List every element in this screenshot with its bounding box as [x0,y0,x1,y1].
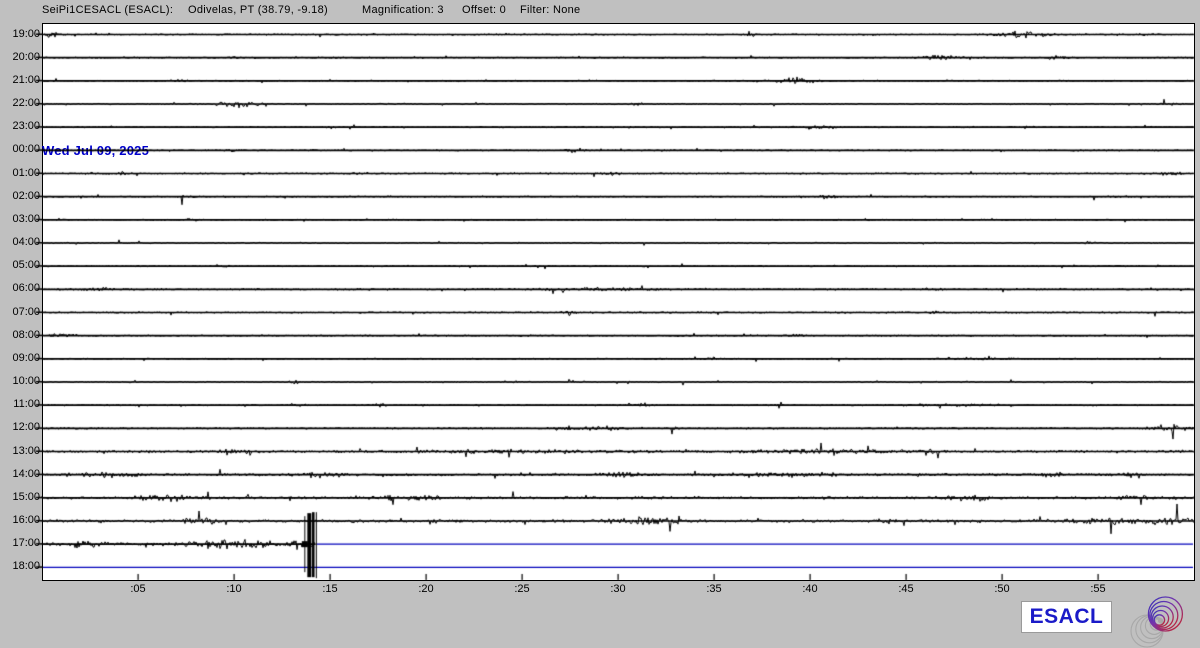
helicorder-window: SeiPi1CESACL (ESACL): Odivelas, PT (38.7… [0,0,1200,648]
hour-label: 19:00 [2,28,40,41]
hour-label: 18:00 [2,560,40,573]
esacl-spiral-logo-icon [1127,592,1189,648]
hour-label: 09:00 [2,352,40,365]
hour-label: 16:00 [2,514,40,527]
hour-label: 04:00 [2,236,40,249]
hour-label: 08:00 [2,329,40,342]
minute-label: :50 [989,583,1015,596]
esacl-badge: ESACL [1021,601,1112,633]
hour-label: 03:00 [2,213,40,226]
hour-label: 07:00 [2,306,40,319]
hour-label: 11:00 [2,398,40,411]
station-location-label: Odivelas, PT (38.79, -9.18) [188,4,328,17]
minute-label: :25 [509,583,535,596]
hour-label: 21:00 [2,74,40,87]
hour-label: 17:00 [2,537,40,550]
offset-label: Offset: 0 [462,4,506,17]
hour-label: 10:00 [2,375,40,388]
minute-label: :40 [797,583,823,596]
minute-label: :05 [125,583,151,596]
minute-label: :45 [893,583,919,596]
hour-label: 23:00 [2,120,40,133]
hour-label: 15:00 [2,491,40,504]
hour-label: 05:00 [2,259,40,272]
hour-label: 02:00 [2,190,40,203]
hour-label: 14:00 [2,468,40,481]
hour-label: 13:00 [2,445,40,458]
hour-label: 22:00 [2,97,40,110]
hour-label: 12:00 [2,421,40,434]
magnification-label: Magnification: 3 [362,4,444,17]
hour-label: 01:00 [2,167,40,180]
filter-label: Filter: None [520,4,580,17]
minute-label: :20 [413,583,439,596]
minute-label: :15 [317,583,343,596]
minute-label: :30 [605,583,631,596]
hour-label: 06:00 [2,282,40,295]
minute-label: :55 [1085,583,1111,596]
minute-label: :35 [701,583,727,596]
hour-label: 20:00 [2,51,40,64]
minute-label: :10 [221,583,247,596]
date-annotation: Wed Jul 09, 2025 [42,143,149,158]
station-id-label: SeiPi1CESACL (ESACL): [42,4,173,17]
plot-area [42,23,1195,581]
hour-label: 00:00 [2,143,40,156]
